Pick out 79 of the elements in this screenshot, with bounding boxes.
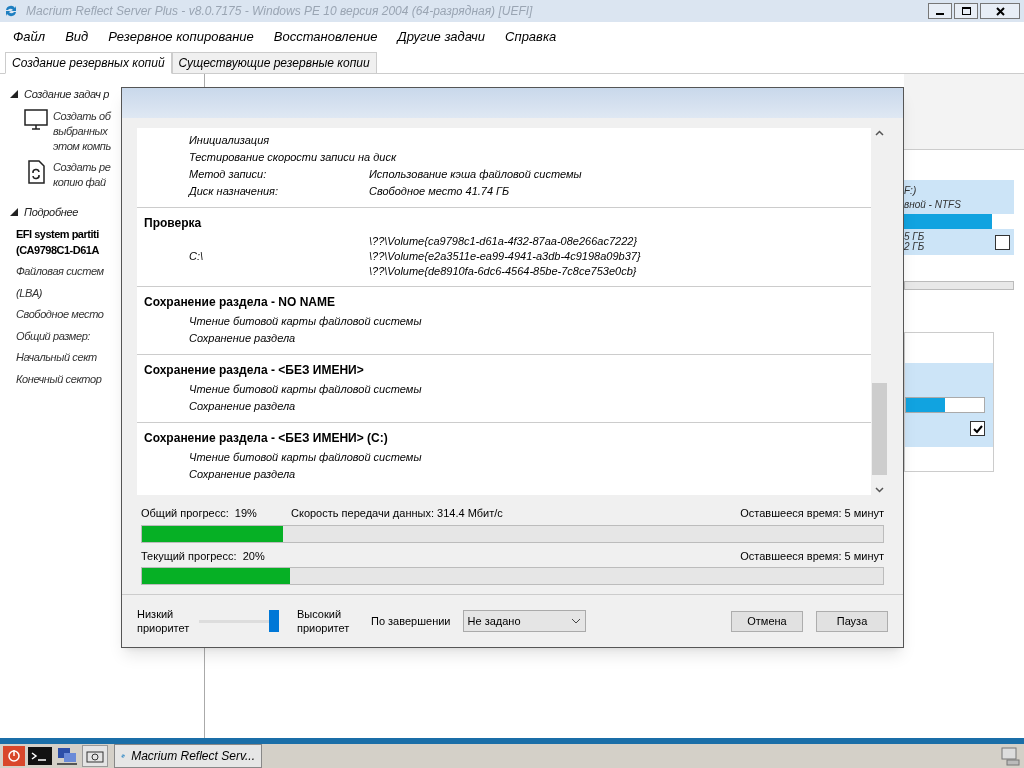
checkbox[interactable] — [970, 421, 985, 436]
task-link-text: выбранных — [53, 123, 108, 139]
detail-label: (LBA) — [16, 285, 43, 301]
remaining-time: Оставшееся время: 5 минут — [740, 548, 884, 564]
network-computers-icon[interactable] — [55, 746, 79, 766]
log-section-title: Сохранение раздела - <БЕЗ ИМЕНИ> — [144, 362, 364, 379]
scroll-thumb[interactable] — [872, 383, 887, 475]
monitor-icon — [24, 108, 48, 131]
log-section-title: Проверка — [144, 215, 202, 232]
tab[interactable]: Существующие резервные копии — [171, 52, 377, 74]
scroll-down-icon[interactable] — [875, 487, 884, 493]
window-title: Macrium Reflect Server Plus - v8.0.7175 - Windows PE 10 версия 2004 (64-разрядная) [UEFI] — [26, 3, 533, 20]
low-priority-label: Низкий приоритет — [137, 607, 191, 635]
high-priority-label: Высокий приоритет — [297, 607, 351, 635]
log-entry: Сохранение раздела — [189, 399, 297, 414]
chevron-down-icon — [570, 618, 581, 624]
task-link-text: Создать об — [53, 108, 111, 124]
log-entry: Метод записи: — [189, 167, 268, 182]
terminal-icon[interactable] — [28, 747, 52, 765]
log-section-title: Сохранение раздела - NO NAME — [144, 294, 335, 311]
log-entry: Чтение битовой карты файловой системы — [189, 382, 422, 397]
section-title: Подробнее — [24, 204, 79, 220]
task-link-text: копию фай — [53, 174, 106, 190]
section-title: Создание задач р — [24, 87, 110, 102]
log-entry: Сохранение раздела — [189, 467, 297, 482]
log-value: \??\Volume{de8910fa-6dc6-4564-85be-7c8ce753e0cb} — [369, 264, 638, 279]
on-complete-dropdown[interactable]: Не задано — [462, 610, 586, 632]
task-link-text: Создать ре — [53, 159, 111, 175]
detail-label: Общий размер: — [16, 328, 90, 344]
disk-label: вной - NTFS — [904, 198, 962, 212]
transfer-speed: Скорость передачи данных: 314.4 Мбит/с — [291, 506, 503, 521]
close-button[interactable] — [980, 3, 1020, 19]
menu-item[interactable]: Другие задачи — [397, 27, 486, 47]
log-value: \??\Volume{ca9798c1-d61a-4f32-87aa-08e266ac7222} — [369, 234, 639, 249]
log-entry: Инициализация — [189, 133, 271, 148]
log-entry: Сохранение раздела — [189, 331, 297, 346]
menu-item[interactable]: Справка — [505, 27, 557, 47]
power-icon[interactable] — [3, 746, 25, 766]
taskbar-app-button[interactable]: Macrium Reflect Serv... — [114, 744, 262, 768]
menu-item[interactable]: Файл — [13, 27, 46, 47]
menu-item[interactable]: Восстановление — [273, 27, 378, 47]
dialog-button[interactable]: Пауза — [816, 610, 888, 632]
log-entry: Чтение битовой карты файловой системы — [189, 314, 422, 329]
detail-label: Файловая систем — [16, 264, 104, 279]
on-complete-label: По завершении — [371, 613, 451, 629]
tab[interactable]: Создание резервных копий — [5, 52, 172, 74]
size-label: 2 ГБ — [904, 242, 925, 252]
remaining-time: Оставшееся время: 5 минут — [740, 506, 884, 521]
progress-label: Текущий прогресс: 20% — [141, 548, 266, 564]
collapse-triangle-icon[interactable] — [10, 207, 18, 216]
dialog-button[interactable]: Отмена — [731, 610, 803, 632]
maximize-button[interactable] — [954, 3, 978, 19]
log-entry: Диск назначения: — [189, 184, 279, 199]
log-entry: Чтение битовой карты файловой системы — [189, 450, 422, 465]
detail-label: Свободное место — [16, 307, 104, 322]
size-label: 5 ГБ — [904, 232, 925, 242]
partition-name: EFI system partiti — [16, 227, 99, 242]
collapse-triangle-icon[interactable] — [10, 90, 18, 99]
minimize-button[interactable] — [928, 3, 952, 19]
task-link-text: этом компь — [53, 138, 111, 154]
app-logo-icon — [4, 4, 18, 18]
camera-icon[interactable] — [82, 745, 108, 767]
log-value: Использование кэша файловой системы — [369, 167, 582, 182]
detail-label: Начальный сект — [16, 350, 97, 365]
menu-item[interactable]: Вид — [65, 27, 89, 47]
detail-label: Конечный сектор — [16, 371, 102, 387]
log-entry: C:\ — [189, 249, 205, 264]
menu-item[interactable]: Резервное копирование — [108, 27, 254, 47]
log-value: \??\Volume{e2a3511e-ea99-4941-a3db-4c9198a09b37} — [369, 249, 641, 264]
checkbox[interactable] — [995, 234, 1010, 250]
scroll-up-icon[interactable] — [875, 130, 884, 136]
close-icon — [995, 6, 1005, 16]
log-value: Свободное место 41.74 ГБ — [369, 184, 510, 199]
log-entry: Тестирование скорости записи на диск — [189, 150, 397, 165]
log-section-title: Сохранение раздела - <БЕЗ ИМЕНИ> (C:) — [144, 430, 388, 447]
scrollbar[interactable] — [904, 281, 1014, 290]
partition-name: (CA9798C1-D61A — [16, 243, 99, 258]
disk-label: F:) — [904, 184, 918, 198]
progress-label: Общий прогресс: 19% — [141, 506, 258, 521]
